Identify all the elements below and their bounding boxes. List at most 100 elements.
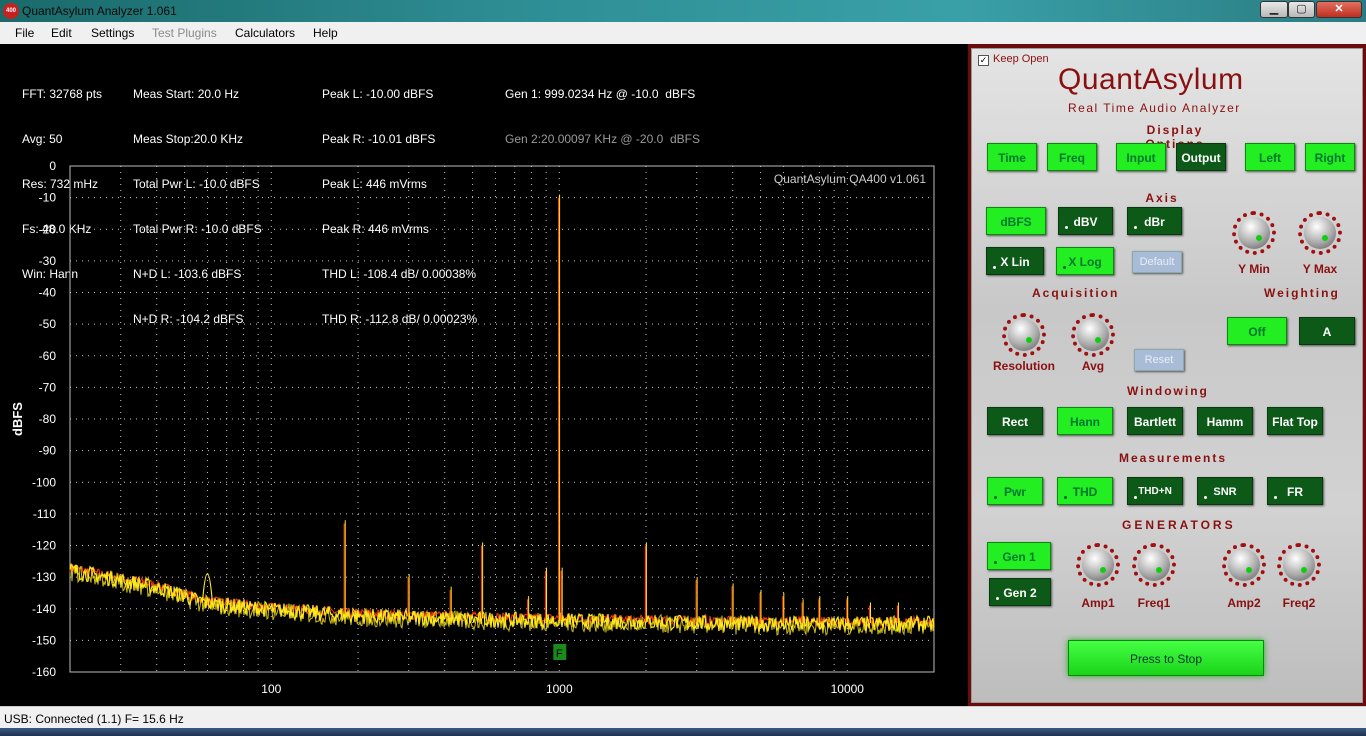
x-log-button[interactable]: X Log bbox=[1056, 247, 1114, 275]
window-flat-top-button[interactable]: Flat Top bbox=[1267, 407, 1323, 435]
menu-bar: File Edit Settings Test Plugins Calculat… bbox=[0, 22, 1366, 44]
maximize-button[interactable]: ▢ bbox=[1288, 1, 1315, 18]
menu-test-plugins[interactable]: Test Plugins bbox=[152, 26, 217, 40]
y-max-knob[interactable] bbox=[1298, 211, 1342, 255]
dbfs-label: dBFS bbox=[1000, 215, 1032, 229]
freq-button[interactable]: Freq bbox=[1047, 143, 1097, 171]
y-min-knob[interactable] bbox=[1232, 211, 1276, 255]
brand-title: QuantAsylum bbox=[1058, 63, 1244, 96]
amp1-knob[interactable] bbox=[1076, 543, 1120, 587]
knob-indicator-icon bbox=[1256, 235, 1262, 241]
title-bar: 400 QuantAsylum Analyzer 1.061 ▁ ▢ ✕ bbox=[0, 0, 1366, 22]
meas-thd-button[interactable]: THD bbox=[1057, 477, 1113, 505]
spectrum-chart[interactable]: 0 -10 -20 -30 -40 -50 -60 -70 -80 -90 -100 -110 -120… bbox=[0, 44, 968, 706]
gen2-button[interactable]: Gen 2 bbox=[989, 578, 1051, 606]
y-tick-label: -160 bbox=[32, 665, 56, 679]
knob-indicator-icon bbox=[1026, 337, 1032, 343]
plot-area: FFT: 32768 pts Avg: 50 Res: 732 mHz Fs: … bbox=[0, 44, 968, 706]
section-weighting: Weighting bbox=[1234, 286, 1354, 300]
status-bar: USB: Connected (1.1) F= 15.6 Hz bbox=[0, 706, 1366, 728]
time-button[interactable]: Time bbox=[987, 143, 1037, 171]
window-hamm-button[interactable]: Hamm bbox=[1197, 407, 1253, 435]
meas-thdn-button[interactable]: THD+N bbox=[1127, 477, 1183, 505]
meas-thdn-label: THD+N bbox=[1138, 486, 1172, 497]
keep-open-label: Keep Open bbox=[993, 53, 1049, 65]
x-log-label: X Log bbox=[1068, 255, 1102, 269]
menu-calculators[interactable]: Calculators bbox=[235, 26, 295, 40]
frequency-marker-label: F bbox=[556, 648, 563, 660]
gen1-button[interactable]: Gen 1 bbox=[987, 542, 1051, 570]
section-windowing: Windowing bbox=[1097, 384, 1227, 398]
meas-pwr-button[interactable]: Pwr bbox=[987, 477, 1043, 505]
output-button[interactable]: Output bbox=[1176, 143, 1226, 171]
y-tick-label: -80 bbox=[39, 412, 57, 426]
window-rect-button[interactable]: Rect bbox=[987, 407, 1043, 435]
series-right-noise bbox=[69, 562, 935, 636]
default-button[interactable]: Default bbox=[1132, 251, 1182, 273]
indicator-dot-icon bbox=[994, 561, 997, 564]
dbfs-button[interactable]: dBFS bbox=[986, 207, 1046, 235]
menu-edit[interactable]: Edit bbox=[51, 26, 72, 40]
x-lin-button[interactable]: X Lin bbox=[986, 247, 1044, 275]
y-tick-label: -10 bbox=[39, 191, 57, 205]
y-tick-label: -50 bbox=[39, 317, 57, 331]
freq2-knob[interactable] bbox=[1277, 543, 1321, 587]
indicator-dot-icon bbox=[1065, 226, 1068, 229]
indicator-dot-icon bbox=[1063, 266, 1066, 269]
dbv-button[interactable]: dBV bbox=[1058, 207, 1113, 235]
knob-indicator-icon bbox=[1095, 337, 1101, 343]
section-acquisition: Acquisition bbox=[1002, 286, 1132, 300]
chart-watermark: QuantAsylum QA400 v1.061 bbox=[774, 172, 926, 186]
freq2-label: Freq2 bbox=[1282, 596, 1316, 610]
window-hann-button[interactable]: Hann bbox=[1057, 407, 1113, 435]
y-tick-label: -20 bbox=[39, 222, 57, 236]
keep-open-checkbox[interactable]: ✓ Keep Open bbox=[978, 53, 1049, 66]
weighting-off-button[interactable]: Off bbox=[1227, 317, 1287, 345]
indicator-dot-icon bbox=[1274, 496, 1277, 499]
right-channel-button[interactable]: Right bbox=[1305, 143, 1355, 171]
dbv-label: dBV bbox=[1073, 215, 1098, 229]
y-tick-label: -120 bbox=[32, 539, 56, 553]
y-tick-label: -70 bbox=[39, 380, 57, 394]
avg-label: Avg bbox=[1081, 359, 1105, 373]
freq1-knob[interactable] bbox=[1132, 543, 1176, 587]
menu-file[interactable]: File bbox=[15, 26, 34, 40]
knob-indicator-icon bbox=[1301, 567, 1307, 573]
dbr-label: dBr bbox=[1144, 215, 1165, 229]
y-tick-label: -40 bbox=[39, 286, 57, 300]
meas-snr-button[interactable]: SNR bbox=[1197, 477, 1253, 505]
resolution-label: Resolution bbox=[993, 359, 1055, 373]
minimize-button[interactable]: ▁ bbox=[1260, 1, 1288, 18]
left-channel-button[interactable]: Left bbox=[1245, 143, 1295, 171]
input-button[interactable]: Input bbox=[1116, 143, 1166, 171]
press-to-stop-button[interactable]: Press to Stop bbox=[1068, 640, 1264, 676]
window-bartlett-button[interactable]: Bartlett bbox=[1127, 407, 1183, 435]
y-tick-label: -130 bbox=[32, 570, 56, 584]
close-button[interactable]: ✕ bbox=[1316, 1, 1362, 18]
dbr-button[interactable]: dBr bbox=[1127, 207, 1182, 235]
y-tick-label: -100 bbox=[32, 475, 56, 489]
reset-button[interactable]: Reset bbox=[1134, 349, 1184, 371]
meas-snr-label: SNR bbox=[1213, 486, 1237, 498]
weighting-a-button[interactable]: A bbox=[1299, 317, 1355, 345]
knob-indicator-icon bbox=[1246, 567, 1252, 573]
x-tick-label: 1000 bbox=[546, 682, 573, 696]
x-lin-label: X Lin bbox=[1000, 255, 1030, 269]
x-tick-label: 10000 bbox=[831, 682, 865, 696]
indicator-dot-icon bbox=[1134, 226, 1137, 229]
x-tick-label: 100 bbox=[261, 682, 281, 696]
meas-fr-button[interactable]: FR bbox=[1267, 477, 1323, 505]
indicator-dot-icon bbox=[996, 597, 999, 600]
knob-indicator-icon bbox=[1156, 567, 1162, 573]
resolution-knob[interactable] bbox=[1002, 313, 1046, 357]
avg-knob[interactable] bbox=[1071, 313, 1115, 357]
menu-settings[interactable]: Settings bbox=[91, 26, 134, 40]
y-tick-label: 0 bbox=[49, 159, 56, 173]
app-icon: 400 bbox=[3, 3, 19, 19]
knob-indicator-icon bbox=[1322, 235, 1328, 241]
menu-help[interactable]: Help bbox=[313, 26, 338, 40]
y-tick-label: -60 bbox=[39, 349, 57, 363]
amp2-knob[interactable] bbox=[1222, 543, 1266, 587]
window-title: QuantAsylum Analyzer 1.061 bbox=[22, 4, 177, 18]
section-generators: GENERATORS bbox=[1092, 518, 1233, 532]
